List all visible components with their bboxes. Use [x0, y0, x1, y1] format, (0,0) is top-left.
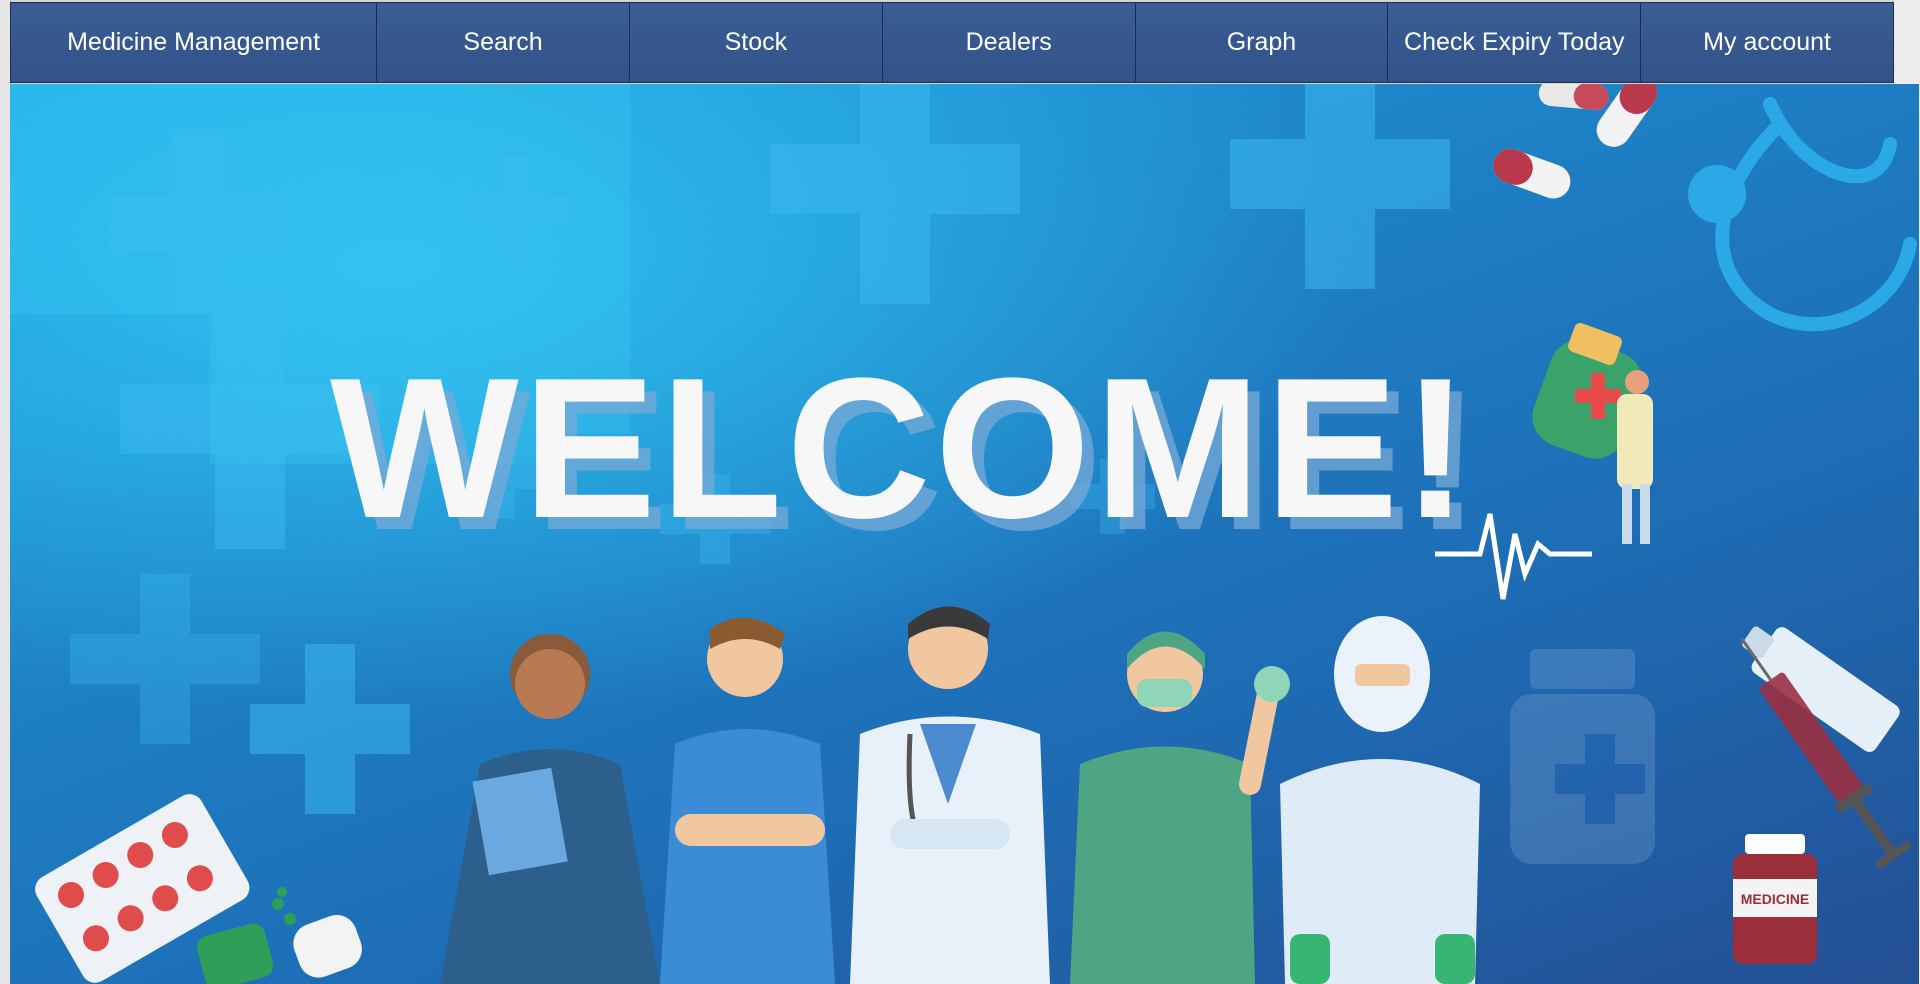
menu-my-account[interactable]: My account [1641, 2, 1894, 83]
bottle-label: MEDICINE [1741, 891, 1809, 907]
menu-search[interactable]: Search [377, 2, 630, 83]
menu-check-expiry-today[interactable]: Check Expiry Today [1388, 2, 1642, 83]
medicine-bottle-icon: MEDICINE [1733, 834, 1817, 964]
medical-staff-illustration [440, 606, 1480, 984]
medicine-bottle-silhouette [1510, 649, 1655, 864]
main-menu-bar: Medicine Management Search Stock Dealers… [10, 2, 1894, 83]
nurse-arms-crossed [660, 617, 835, 984]
menu-medicine-management[interactable]: Medicine Management [10, 2, 378, 83]
stethoscope-icon [1688, 97, 1917, 332]
menu-dealers[interactable]: Dealers [882, 2, 1136, 83]
health-worker-in-protective-suit [1280, 616, 1480, 984]
welcome-banner: MEDICINE WELCOME! [10, 84, 1919, 984]
capsules-icon [1493, 84, 1658, 199]
pharmacist-with-bottle-illustration [1532, 323, 1653, 544]
nurse-with-clipboard [440, 634, 660, 984]
doctor-with-stethoscope [850, 606, 1050, 984]
surgeon-with-mask [1070, 631, 1290, 984]
menu-graph[interactable]: Graph [1135, 2, 1389, 83]
menu-stock[interactable]: Stock [629, 2, 883, 83]
welcome-heading: WELCOME! [330, 337, 1473, 560]
